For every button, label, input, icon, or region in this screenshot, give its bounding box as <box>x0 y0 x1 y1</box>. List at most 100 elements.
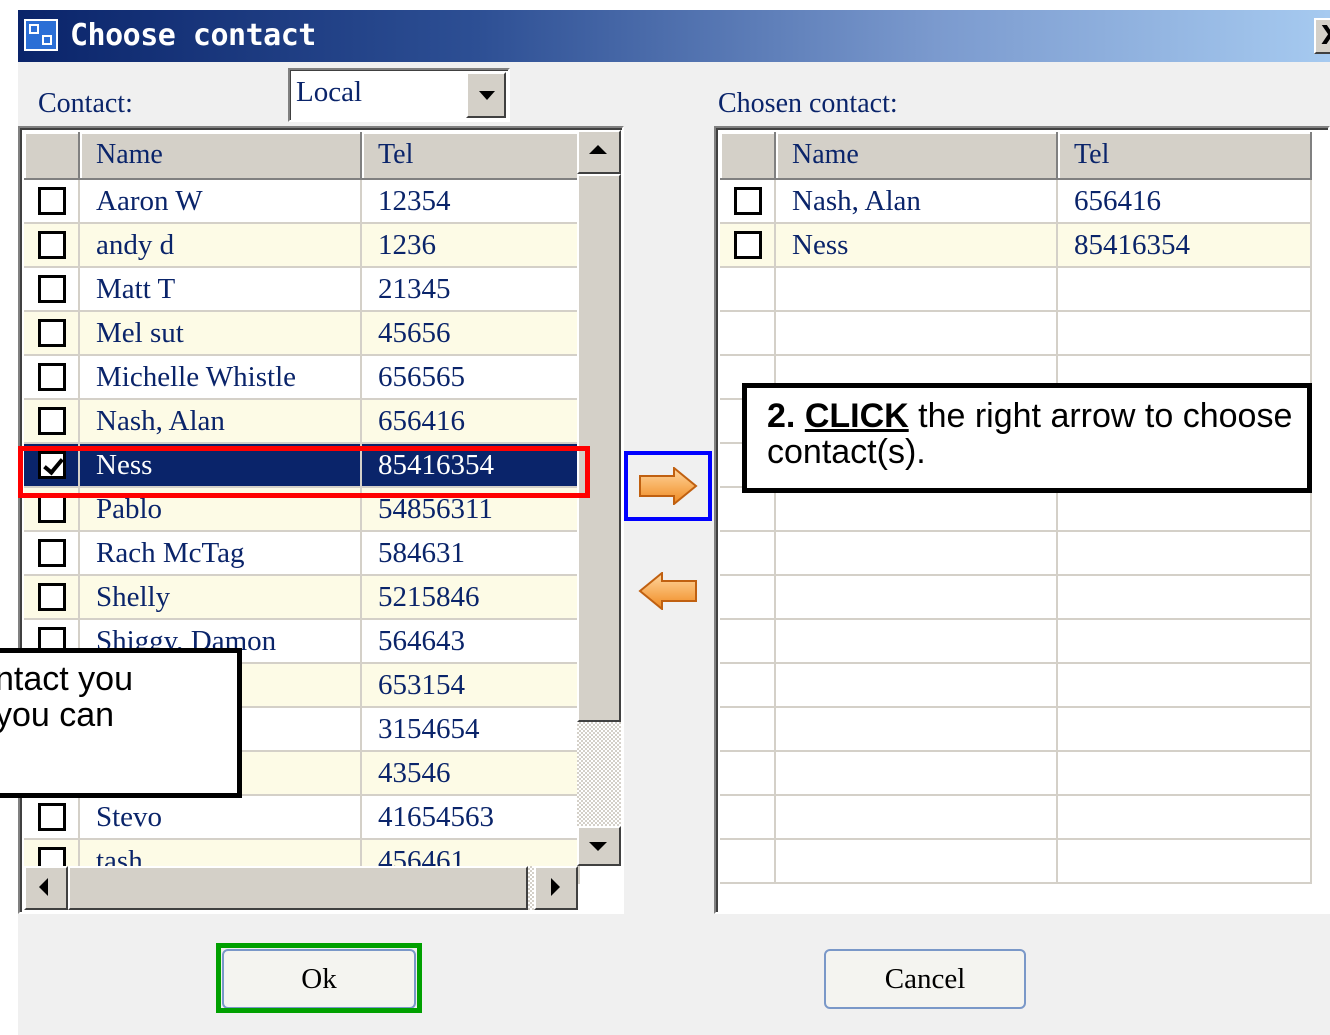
row-checkbox-cell <box>24 224 80 266</box>
tel-column-header[interactable]: Tel <box>1058 132 1312 180</box>
empty-cell <box>720 532 776 574</box>
add-arrow-highlight <box>624 451 712 521</box>
name-column-header[interactable]: Name <box>80 132 362 180</box>
checkbox-icon[interactable] <box>38 363 66 391</box>
contact-name-cell: andy d <box>80 224 362 266</box>
checkbox-icon[interactable] <box>38 187 66 215</box>
contact-tel-cell: 21345 <box>362 268 580 310</box>
left-arrow-icon <box>638 572 697 610</box>
chosen-contact-grid: Name Tel Nash, Alan 656416 Ness 85416354 <box>714 126 1330 914</box>
scroll-right-icon[interactable] <box>534 866 578 910</box>
contact-name-cell: Shelly <box>80 576 362 618</box>
empty-cell <box>1058 312 1312 354</box>
row-checkbox-cell <box>24 180 80 222</box>
cancel-button[interactable]: Cancel <box>824 949 1026 1009</box>
table-row[interactable]: Matt T 21345 <box>24 268 580 312</box>
contact-tel-cell: 564643 <box>362 620 580 662</box>
empty-cell <box>776 664 1058 706</box>
contact-tel-cell: 5215846 <box>362 576 580 618</box>
checkbox-icon[interactable] <box>38 803 66 831</box>
empty-cell <box>1058 532 1312 574</box>
empty-row <box>720 620 1312 664</box>
selected-row-highlight <box>18 446 590 498</box>
name-column-header[interactable]: Name <box>776 132 1058 180</box>
checkbox-icon[interactable] <box>38 495 66 523</box>
contact-tel-cell: 3154654 <box>362 708 580 750</box>
table-row[interactable]: Mel sut 45656 <box>24 312 580 356</box>
checkbox-icon[interactable] <box>38 583 66 611</box>
contact-tel-cell: 12354 <box>362 180 580 222</box>
empty-cell <box>776 796 1058 838</box>
empty-row <box>720 488 1312 532</box>
table-row[interactable]: andy d 1236 <box>24 224 580 268</box>
table-row[interactable]: Aaron W 12354 <box>24 180 580 224</box>
empty-cell <box>720 268 776 310</box>
chevron-down-icon[interactable] <box>466 72 506 118</box>
table-row[interactable]: Nash, Alan 656416 <box>720 180 1312 224</box>
contact-source-value: Local <box>296 76 363 108</box>
empty-row <box>720 576 1312 620</box>
table-row[interactable]: Nash, Alan 656416 <box>24 400 580 444</box>
callout-line-1: ntact you <box>0 660 133 698</box>
tel-column-header[interactable]: Tel <box>362 132 580 180</box>
empty-row <box>720 664 1312 708</box>
row-checkbox-cell <box>720 180 776 222</box>
empty-cell <box>720 796 776 838</box>
empty-row <box>720 796 1312 840</box>
contact-name-cell: Stevo <box>80 796 362 838</box>
empty-cell <box>776 708 1058 750</box>
empty-cell <box>1058 796 1312 838</box>
title-bar: Choose contact X <box>18 10 1330 62</box>
table-row[interactable]: Ness 85416354 <box>720 224 1312 268</box>
empty-cell <box>776 488 1058 530</box>
remove-contact-button[interactable] <box>626 558 710 624</box>
empty-cell <box>776 620 1058 662</box>
checkbox-column-header[interactable] <box>720 132 776 180</box>
row-checkbox-cell <box>24 796 80 838</box>
empty-cell <box>1058 752 1312 794</box>
horizontal-scroll-thumb[interactable] <box>68 866 528 910</box>
contact-tel-cell: 656416 <box>1058 180 1312 222</box>
empty-row <box>720 708 1312 752</box>
close-button[interactable]: X <box>1314 18 1330 54</box>
table-row[interactable]: Michelle Whistle 656565 <box>24 356 580 400</box>
contact-name-cell: Michelle Whistle <box>80 356 362 398</box>
table-row[interactable]: Shelly 5215846 <box>24 576 580 620</box>
checkbox-icon[interactable] <box>734 187 762 215</box>
row-checkbox-cell <box>24 532 80 574</box>
empty-cell <box>776 532 1058 574</box>
scroll-up-icon[interactable] <box>577 130 621 174</box>
contact-name-cell: Matt T <box>80 268 362 310</box>
contact-grid-header: Name Tel <box>24 132 580 180</box>
empty-cell <box>720 840 776 882</box>
chosen-grid-header: Name Tel <box>720 132 1312 180</box>
step-2-callout: 2. CLICK the right arrow to choose conta… <box>742 383 1312 493</box>
checkbox-icon[interactable] <box>38 539 66 567</box>
empty-row <box>720 752 1312 796</box>
checkbox-icon[interactable] <box>38 319 66 347</box>
empty-cell <box>776 752 1058 794</box>
checkbox-column-header[interactable] <box>24 132 80 180</box>
checkbox-icon[interactable] <box>734 231 762 259</box>
contact-tel-cell: 584631 <box>362 532 580 574</box>
contact-tel-cell: 43546 <box>362 752 580 794</box>
checkbox-icon[interactable] <box>38 407 66 435</box>
empty-cell <box>776 312 1058 354</box>
row-checkbox-cell <box>24 312 80 354</box>
contact-tel-cell: 85416354 <box>1058 224 1312 266</box>
contact-label: Contact: <box>38 88 133 119</box>
checkbox-icon[interactable] <box>38 275 66 303</box>
row-checkbox-cell <box>720 224 776 266</box>
contact-source-select[interactable]: Local <box>288 68 510 122</box>
empty-cell <box>720 576 776 618</box>
empty-cell <box>1058 488 1312 530</box>
table-row[interactable]: Rach McTag 584631 <box>24 532 580 576</box>
contact-name-cell: Nash, Alan <box>80 400 362 442</box>
empty-cell <box>776 840 1058 882</box>
scroll-down-icon[interactable] <box>577 826 621 866</box>
contact-vertical-scrollbar[interactable] <box>577 130 621 866</box>
table-row[interactable]: Stevo 41654563 <box>24 796 580 840</box>
scroll-left-icon[interactable] <box>24 866 68 910</box>
contact-horizontal-scrollbar[interactable] <box>24 866 578 910</box>
checkbox-icon[interactable] <box>38 231 66 259</box>
